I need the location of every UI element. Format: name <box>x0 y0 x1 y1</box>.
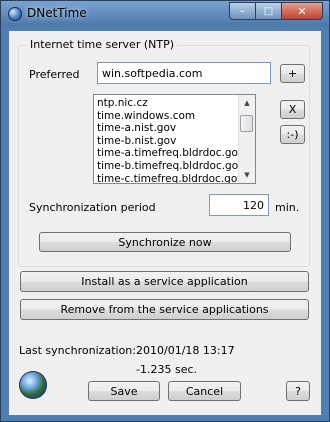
minimize-button[interactable]: – <box>229 2 255 20</box>
globe-icon <box>8 7 22 21</box>
preferred-label: Preferred <box>29 68 80 81</box>
synchronize-now-button[interactable]: Synchronize now <box>39 232 291 252</box>
sync-period-label: Synchronization period <box>29 201 156 214</box>
server-list-items: ntp.nic.cz time.windows.com time-a.nist.go… <box>97 97 244 183</box>
close-button[interactable]: ✕ <box>281 2 323 20</box>
client-area: Internet time server (NTP) Preferred + n… <box>9 31 321 415</box>
maximize-button[interactable]: □ <box>255 2 281 20</box>
ntp-group-title: Internet time server (NTP) <box>27 38 178 51</box>
sync-offset: -1.235 sec. <box>136 363 197 376</box>
server-list-item[interactable]: time-a.nist.gov <box>97 122 237 135</box>
install-service-button[interactable]: Install as a service application <box>20 271 309 292</box>
sync-period-input[interactable] <box>209 194 269 216</box>
title-bar[interactable]: DNetTime – □ ✕ <box>1 1 329 27</box>
save-button[interactable]: Save <box>88 381 160 401</box>
window-title: DNetTime <box>27 6 87 20</box>
remove-server-button[interactable]: X <box>280 100 305 119</box>
preferred-server-input[interactable] <box>97 62 271 84</box>
add-server-button[interactable]: + <box>280 64 305 83</box>
last-sync-datetime: 2010/01/18 13:17 <box>136 344 235 357</box>
scroll-up-icon[interactable]: ▲ <box>239 95 255 111</box>
scroll-down-icon[interactable]: ▼ <box>239 167 255 183</box>
server-list-item[interactable]: time-b.nist.gov <box>97 135 237 148</box>
help-button[interactable]: ? <box>286 381 310 401</box>
server-list-scrollbar[interactable]: ▲ ▼ <box>238 95 255 183</box>
server-list-item[interactable]: time.windows.com <box>97 110 237 123</box>
cancel-button[interactable]: Cancel <box>168 381 241 401</box>
server-list[interactable]: ntp.nic.cz time.windows.com time-a.nist.go… <box>93 94 256 184</box>
server-list-item[interactable]: ntp.nic.cz <box>97 97 237 110</box>
app-window: DNetTime – □ ✕ Internet time server (NTP… <box>0 0 330 422</box>
globe-icon <box>19 371 47 399</box>
last-sync-label: Last synchronization: <box>19 344 136 357</box>
smiley-button[interactable]: :-) <box>280 125 305 144</box>
server-list-item[interactable]: time-a.timefreq.bldrdoc.gov <box>97 147 244 160</box>
ntp-groupbox: Internet time server (NTP) Preferred + n… <box>18 38 310 267</box>
sync-period-unit: min. <box>275 201 300 214</box>
server-list-item[interactable]: time-c.timefreq.bldrdoc.gov <box>97 173 243 183</box>
server-list-item[interactable]: time-b.timefreq.bldrdoc.gov <box>97 160 244 173</box>
remove-service-button[interactable]: Remove from the service applications <box>20 299 309 320</box>
scroll-thumb[interactable] <box>240 115 253 132</box>
caption-buttons: – □ ✕ <box>229 2 323 20</box>
